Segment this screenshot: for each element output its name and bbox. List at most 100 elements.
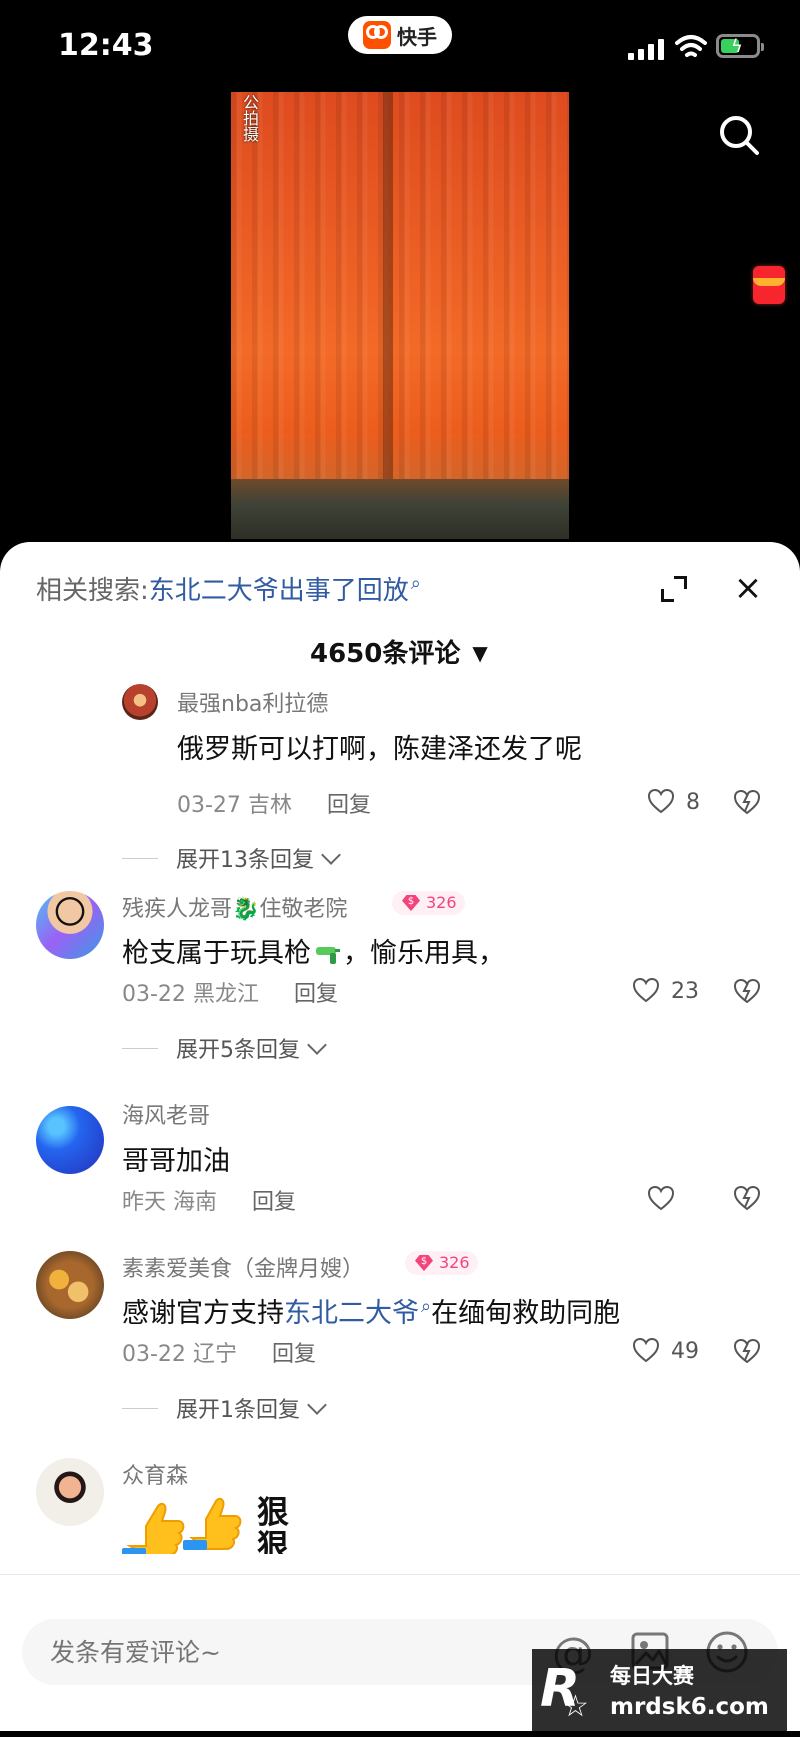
like-count: 23 bbox=[671, 978, 699, 1004]
comment-text-part: 枪支属于玩具枪 bbox=[122, 938, 311, 969]
reply-button[interactable]: 回复 bbox=[327, 793, 371, 818]
divider-line bbox=[122, 1407, 158, 1409]
comment-author[interactable]: 众育森 bbox=[122, 1458, 188, 1490]
comment-count[interactable]: 4650条评论 ▼ bbox=[310, 633, 488, 670]
dislike-icon[interactable] bbox=[732, 1184, 762, 1214]
dislike-icon[interactable] bbox=[732, 1337, 762, 1367]
comment-item: 最强nba利拉德 俄罗斯可以打啊，陈建泽还发了呢 03-27 吉林 回复 8 展… bbox=[0, 684, 800, 873]
expand-replies-label: 展开5条回复 bbox=[176, 1038, 300, 1063]
comment-author[interactable]: 最强nba利拉德 bbox=[177, 686, 328, 718]
like-button[interactable]: 49 bbox=[631, 1336, 699, 1366]
comment-text-part: 在缅甸救助同胞 bbox=[431, 1298, 621, 1329]
charging-bolt-icon: ϟ bbox=[731, 36, 743, 57]
reply-button[interactable]: 回复 bbox=[272, 1342, 316, 1367]
comment-author[interactable]: 残疾人龙哥🐉住敬老院 bbox=[122, 891, 347, 923]
avatar[interactable] bbox=[36, 891, 104, 959]
dragon-icon: 🐉 bbox=[232, 897, 260, 922]
red-envelope-icon[interactable] bbox=[753, 266, 785, 304]
comment-meta: 03-27 吉林 回复 bbox=[177, 787, 371, 819]
fan-badge: 326 bbox=[392, 891, 465, 915]
sort-caret-icon: ▼ bbox=[472, 641, 488, 665]
sticker-text: 狠狠 bbox=[257, 1493, 290, 1554]
reply-button[interactable]: 回复 bbox=[252, 1190, 296, 1215]
status-time: 12:43 bbox=[58, 28, 154, 63]
search-icon[interactable] bbox=[718, 114, 760, 156]
author-name-part: 住敬老院 bbox=[259, 897, 348, 922]
comment-text: 枪支属于玩具枪 ，愉乐用具， bbox=[122, 931, 505, 970]
thumbs-up-sticker-icon bbox=[122, 1496, 252, 1554]
avatar[interactable] bbox=[36, 1458, 104, 1526]
comment-date: 昨天 bbox=[122, 1190, 167, 1215]
watermark-title: 每日大赛 bbox=[610, 1664, 694, 1688]
fan-badge: 326 bbox=[405, 1251, 478, 1275]
comment-author[interactable]: 素素爱美食（金牌月嫂） bbox=[122, 1251, 364, 1283]
watermark-logo-icon: R bbox=[540, 1659, 602, 1737]
avatar[interactable] bbox=[36, 1251, 104, 1319]
site-watermark: R 每日大赛 mrdsk6.com bbox=[532, 1649, 787, 1737]
like-count: 8 bbox=[686, 789, 700, 815]
comment-text-part: ，愉乐用具， bbox=[343, 938, 505, 969]
comment-text-part: 感谢官方支持 bbox=[122, 1298, 284, 1329]
comment-item: 众育森 狠狠 bbox=[0, 1458, 800, 1554]
comment-location: 海南 bbox=[173, 1190, 218, 1215]
comment-item: 残疾人龙哥🐉住敬老院 326 枪支属于玩具枪 ，愉乐用具， 03-22 黑龙江 回… bbox=[0, 891, 800, 1076]
dislike-icon[interactable] bbox=[732, 977, 762, 1007]
close-icon[interactable]: × bbox=[730, 570, 766, 606]
comment-count-number: 4650 bbox=[310, 639, 383, 669]
expand-replies[interactable]: 展开5条回复 bbox=[122, 1032, 327, 1064]
dislike-icon[interactable] bbox=[732, 788, 762, 818]
heart-icon bbox=[647, 788, 675, 814]
status-bar: 12:43 快手 ϟ bbox=[0, 0, 800, 96]
expand-replies[interactable]: 展开13条回复 bbox=[122, 842, 341, 874]
like-button[interactable]: 8 bbox=[646, 787, 700, 817]
comment-list[interactable]: 最强nba利拉德 俄罗斯可以打啊，陈建泽还发了呢 03-27 吉林 回复 8 展… bbox=[0, 684, 800, 1554]
comment-item: 海风老哥 哥哥加油 昨天 海南 回复 bbox=[0, 1098, 800, 1215]
comment-meta: 03-22 黑龙江 回复 bbox=[122, 976, 338, 1008]
app-name-pill[interactable]: 快手 bbox=[348, 16, 452, 54]
avatar[interactable] bbox=[122, 684, 158, 720]
comment-topic-link[interactable]: 东北二大爷 bbox=[284, 1298, 419, 1329]
expand-replies-label: 展开13条回复 bbox=[176, 848, 314, 873]
gate-post bbox=[383, 92, 393, 492]
comment-text: 哥哥加油 bbox=[122, 1146, 230, 1177]
comment-meta: 昨天 海南 回复 bbox=[122, 1184, 296, 1216]
divider-line bbox=[122, 857, 158, 859]
author-name-part: 残疾人龙哥 bbox=[122, 897, 233, 922]
app-name: 快手 bbox=[397, 24, 437, 49]
video-player[interactable]: 公拍摄 bbox=[231, 92, 569, 539]
video-frame bbox=[231, 92, 569, 539]
like-button[interactable]: 23 bbox=[631, 976, 699, 1006]
comment-author[interactable]: 海风老哥 bbox=[122, 1098, 210, 1130]
comment-date: 03-27 bbox=[177, 793, 241, 818]
kuaishou-logo-icon bbox=[363, 21, 391, 49]
comment-location: 黑龙江 bbox=[192, 982, 259, 1007]
expand-replies-label: 展开1条回复 bbox=[176, 1398, 300, 1423]
video-overlay-text: 公拍摄 bbox=[240, 94, 259, 142]
reply-button[interactable]: 回复 bbox=[294, 982, 338, 1007]
heart-icon bbox=[632, 1337, 660, 1363]
comment-count-suffix: 条评论 bbox=[382, 639, 461, 669]
wifi-icon bbox=[675, 35, 707, 57]
chevron-down-icon bbox=[307, 1395, 327, 1415]
water-gun-icon bbox=[316, 947, 340, 964]
gate-ground bbox=[231, 479, 569, 539]
heart-icon[interactable] bbox=[646, 1184, 676, 1214]
comment-text: 感谢官方支持东北二大爷 ⌕在缅甸救助同胞 bbox=[122, 1291, 620, 1330]
related-search-link[interactable]: 东北二大爷出事了回放 bbox=[149, 576, 409, 606]
expand-replies[interactable]: 展开1条回复 bbox=[122, 1392, 327, 1424]
search-mark-icon: ⌕ bbox=[410, 573, 421, 595]
chevron-down-icon bbox=[307, 1035, 327, 1055]
comment-panel: 相关搜索:东北二大爷出事了回放 ⌕ × 4650条评论 ▼ 最强nba利拉德 俄罗斯… bbox=[0, 542, 800, 1731]
like-count: 49 bbox=[671, 1338, 699, 1364]
comment-location: 辽宁 bbox=[192, 1342, 237, 1367]
comment-location: 吉林 bbox=[247, 793, 292, 818]
comment-text: 俄罗斯可以打啊，陈建泽还发了呢 bbox=[177, 734, 582, 765]
avatar[interactable] bbox=[36, 1106, 104, 1174]
watermark-text: 每日大赛 mrdsk6.com bbox=[610, 1660, 769, 1720]
comment-date: 03-22 bbox=[122, 1342, 186, 1367]
related-search-label: 相关搜索: bbox=[36, 576, 149, 606]
expand-icon[interactable] bbox=[661, 576, 687, 602]
cellular-signal-icon bbox=[628, 38, 664, 60]
related-search[interactable]: 相关搜索:东北二大爷出事了回放 ⌕ bbox=[36, 570, 421, 607]
comment-meta: 03-22 辽宁 回复 bbox=[122, 1336, 316, 1368]
